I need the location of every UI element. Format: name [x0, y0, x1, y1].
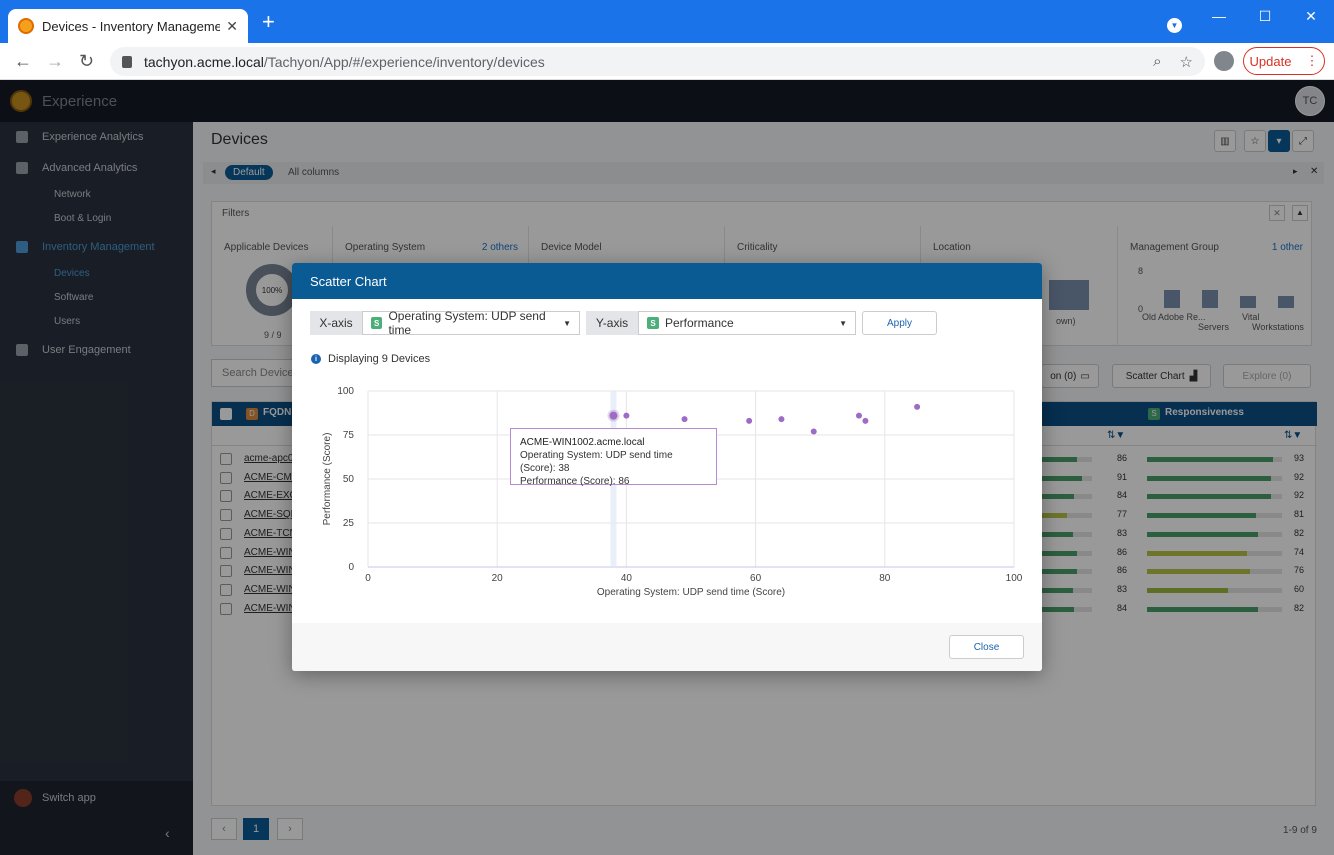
chevron-down-icon: ▼ — [839, 318, 847, 328]
maximize-icon[interactable]: ☐ — [1242, 0, 1288, 32]
update-label: Update — [1249, 53, 1292, 69]
tooltip-title: ACME-WIN1002.acme.local — [520, 437, 645, 448]
tab-title: Devices - Inventory Management — [42, 18, 221, 34]
score-badge-icon: S — [647, 317, 659, 329]
back-icon[interactable]: ← — [14, 51, 32, 72]
address-bar[interactable]: tachyon.acme.local/Tachyon/App/#/experie… — [110, 47, 1205, 76]
y-tick-label: 50 — [343, 474, 355, 485]
data-point — [623, 412, 630, 419]
y-tick-label: 25 — [343, 518, 355, 529]
tooltip-line: Operating System: UDP send time (Score):… — [520, 450, 673, 474]
chevron-down-icon: ▼ — [563, 318, 571, 328]
url-text: tachyon.acme.local/Tachyon/App/#/experie… — [144, 53, 545, 70]
apply-button[interactable]: Apply — [862, 311, 937, 335]
tooltip-line: Performance (Score): 86 — [520, 476, 630, 487]
y-tick-label: 100 — [337, 386, 354, 397]
reload-icon[interactable]: ↻ — [79, 51, 94, 72]
data-point — [746, 417, 753, 424]
data-point — [855, 412, 862, 419]
chart-tooltip: ACME-WIN1002.acme.local Operating System… — [510, 428, 717, 487]
zoom-icon[interactable]: ⌕ — [1153, 53, 1161, 70]
dialog-title: Scatter Chart — [310, 274, 387, 289]
y-axis-tag: Y-axis — [586, 311, 638, 335]
x-tick-label: 80 — [879, 573, 891, 584]
data-point — [810, 428, 817, 435]
close-button[interactable]: Close — [949, 635, 1024, 659]
close-window-icon[interactable]: ✕ — [1288, 0, 1334, 32]
scatter-chart-dialog: Scatter Chart X-axis S Operating System:… — [292, 263, 1042, 671]
info-icon: i — [311, 354, 321, 364]
favicon-icon — [18, 18, 34, 34]
display-count: Displaying 9 Devices — [328, 353, 431, 365]
y-tick-label: 0 — [348, 562, 354, 573]
browser-tab[interactable]: Devices - Inventory Management ✕ — [8, 9, 248, 43]
dialog-header: Scatter Chart — [292, 263, 1042, 299]
x-axis-select[interactable]: S Operating System: UDP send time ▼ — [362, 309, 580, 337]
score-badge-icon: S — [371, 317, 383, 329]
data-point — [778, 416, 785, 423]
x-tick-label: 60 — [750, 573, 762, 584]
data-point — [862, 417, 869, 424]
minimize-icon[interactable]: — — [1196, 0, 1242, 32]
x-tick-label: 100 — [1006, 573, 1023, 584]
data-point — [609, 411, 618, 420]
x-axis-tag: X-axis — [310, 311, 362, 335]
new-tab-icon[interactable]: + — [262, 11, 275, 33]
x-tick-label: 40 — [621, 573, 633, 584]
y-axis-select[interactable]: S Performance ▼ — [638, 311, 856, 335]
x-axis-value: Operating System: UDP send time — [388, 309, 546, 337]
menu-dots-icon: ⋮ — [1305, 53, 1319, 68]
data-point — [914, 403, 921, 410]
window-controls: — ☐ ✕ — [1196, 0, 1334, 32]
x-tick-label: 0 — [365, 573, 371, 584]
bookmark-star-icon[interactable]: ☆ — [1180, 53, 1193, 71]
y-axis-label: Performance (Score) — [322, 433, 333, 526]
download-icon[interactable]: ▼ — [1167, 18, 1182, 33]
profile-icon[interactable] — [1214, 51, 1234, 71]
x-tick-label: 20 — [492, 573, 504, 584]
browser-tabstrip: Devices - Inventory Management ✕ + ▼ — ☐… — [0, 0, 1334, 43]
lock-icon — [122, 55, 132, 68]
scatter-chart: 0 20 40 60 80 100 0 25 50 75 100 Operating System: … — [322, 386, 1023, 598]
close-tab-icon[interactable]: ✕ — [226, 18, 238, 35]
dialog-footer: Close — [292, 623, 1042, 671]
x-axis-label: Operating System: UDP send time (Score) — [597, 587, 785, 598]
y-tick-label: 75 — [343, 430, 355, 441]
address-toolbar: ← → ↻ tachyon.acme.local/Tachyon/App/#/e… — [0, 43, 1334, 80]
data-point — [681, 416, 688, 423]
y-axis-value: Performance — [665, 316, 734, 330]
update-button[interactable]: Update ⋮ — [1243, 47, 1325, 75]
forward-icon[interactable]: → — [46, 51, 64, 72]
